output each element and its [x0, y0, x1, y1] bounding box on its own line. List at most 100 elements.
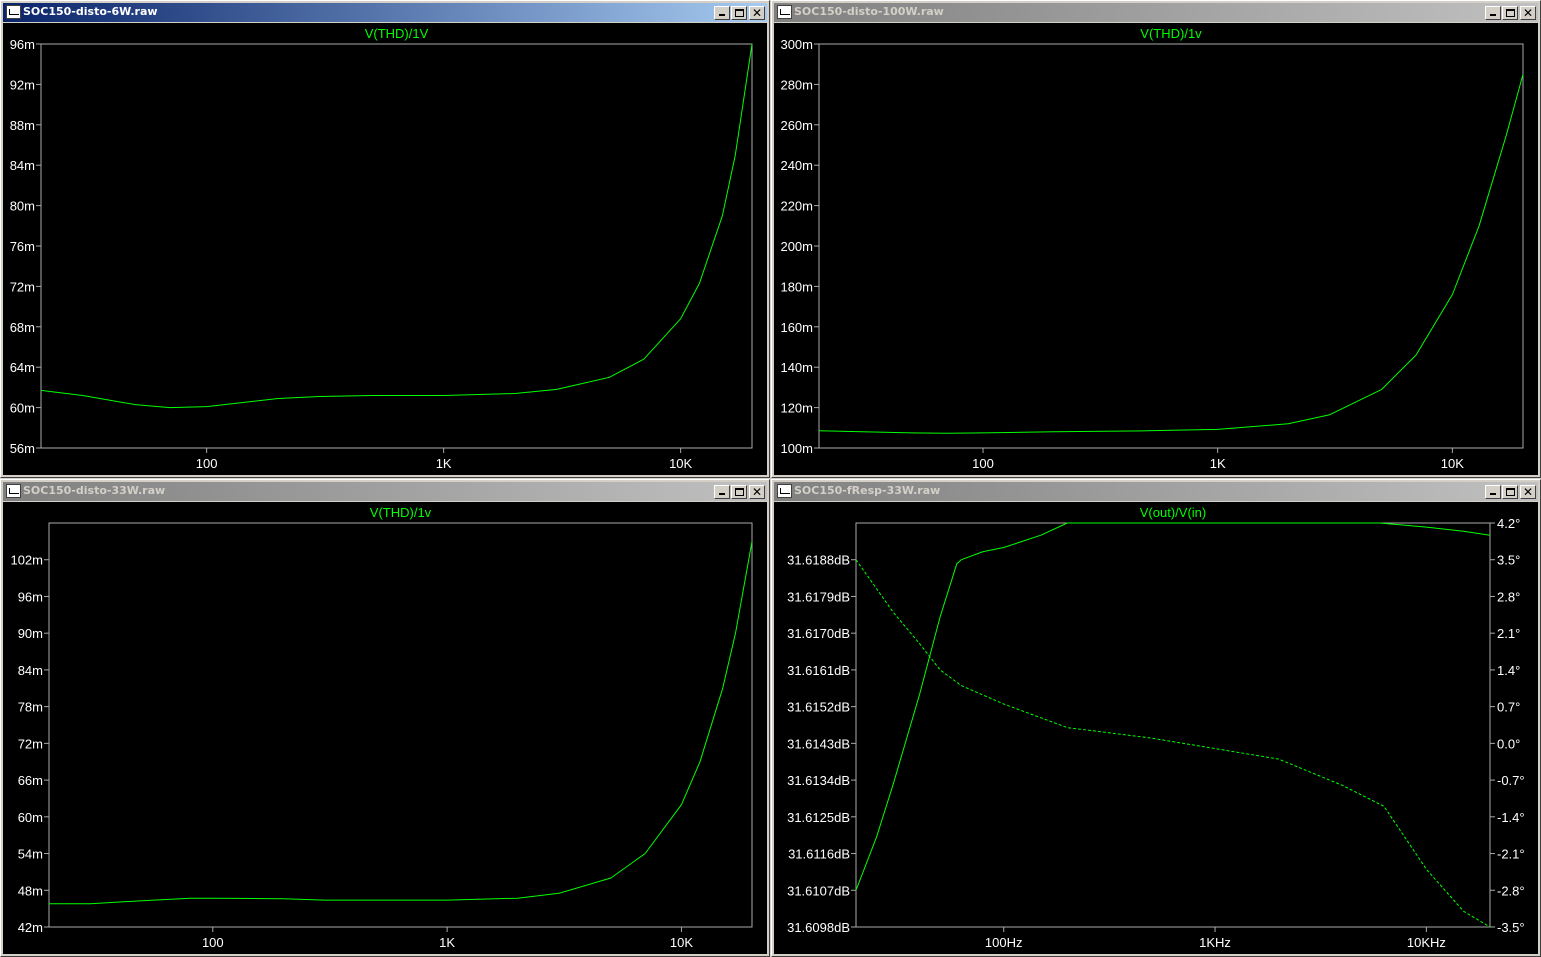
close-button[interactable]: ✕: [749, 485, 765, 499]
chart-title: V(out)/V(in): [1140, 505, 1206, 520]
close-icon: ✕: [751, 6, 763, 20]
y-tick-label: 140m: [780, 360, 813, 375]
minimize-icon: [719, 14, 725, 16]
y-tick-label: 31.6125dB: [787, 810, 850, 825]
x-tick-label: 1K: [436, 456, 452, 471]
y-tick-label: 31.6161dB: [787, 663, 850, 678]
y2-tick-label: 2.1°: [1497, 626, 1520, 641]
window-thd-33w[interactable]: SOC150-disto-33W.raw ✕ V(THD)/1v 42m 48m 54…: [0, 479, 770, 957]
window-fresp-33w[interactable]: SOC150-fResp-33W.raw ✕ V(out)/V(in) 31.60…: [771, 479, 1541, 957]
minimize-button[interactable]: [1485, 6, 1501, 20]
y-tick-label: 31.6116dB: [788, 847, 850, 862]
plot-frame: [48, 522, 753, 928]
plot-frame: [855, 522, 1491, 928]
y-tick-label: 68m: [10, 320, 35, 335]
y-tick-label: 60m: [10, 401, 35, 416]
y-tick-label: 31.6170dB: [787, 626, 850, 641]
y-tick-label: 76m: [10, 239, 35, 254]
maximize-icon: [1506, 488, 1515, 496]
y-tick-label: 42m: [18, 920, 43, 935]
y-tick-label: 180m: [780, 279, 813, 294]
close-button[interactable]: ✕: [749, 6, 765, 20]
minimize-icon: [1490, 14, 1496, 16]
window-thd-100w[interactable]: SOC150-disto-100W.raw ✕ V(THD)/1v 100m 120…: [771, 0, 1541, 478]
waveform-icon: [6, 5, 21, 19]
plot-area[interactable]: V(out)/V(in) 31.6098dB 31.6107dB 31.6116dB 3…: [774, 502, 1538, 954]
plot-area[interactable]: V(THD)/1v 100m 120m 140m 160m 180m 200m 220m 240…: [774, 23, 1538, 475]
y-tick-label: 56m: [10, 441, 35, 456]
y2-tick-label: 3.5°: [1497, 553, 1520, 568]
window-titlebar[interactable]: SOC150-disto-33W.raw ✕: [3, 482, 767, 501]
minimize-icon: [719, 493, 725, 495]
x-tick-label: 100Hz: [985, 935, 1023, 950]
y2-tick-label: 2.8°: [1497, 589, 1520, 604]
chart-title: V(THD)/1v: [1140, 26, 1202, 41]
y-tick-label: 60m: [18, 810, 43, 825]
x-tick-label: 10K: [1441, 456, 1464, 471]
window-title: SOC150-disto-100W.raw: [794, 5, 944, 18]
y2-tick-label: 0.0°: [1497, 736, 1520, 751]
maximize-button[interactable]: [1502, 6, 1518, 20]
y-tick-label: 66m: [18, 773, 43, 788]
series-phase: [855, 559, 1491, 928]
close-icon: ✕: [1522, 485, 1534, 499]
y2-tick-label: -0.7°: [1497, 773, 1525, 788]
plot-area[interactable]: V(THD)/1V 56m 60m 64m 68m 72m 76m 80m 84m 88m 92m 9…: [3, 23, 767, 475]
close-button[interactable]: ✕: [1520, 485, 1536, 499]
close-icon: ✕: [1522, 6, 1534, 20]
y-tick-label: 72m: [10, 279, 35, 294]
chart-title: V(THD)/1V: [365, 26, 429, 41]
maximize-button[interactable]: [731, 485, 747, 499]
maximize-icon: [1506, 9, 1515, 17]
y2-tick-label: -3.5°: [1497, 920, 1525, 935]
window-titlebar[interactable]: SOC150-fResp-33W.raw ✕: [774, 482, 1538, 501]
plot-area[interactable]: V(THD)/1v 42m 48m 54m 60m 66m 72m 78m 84m 90m 96m 1…: [3, 502, 767, 954]
y2-tick-label: -1.4°: [1497, 810, 1525, 825]
y-tick-label: 31.6152dB: [787, 700, 850, 715]
close-icon: ✕: [751, 485, 763, 499]
waveform-icon: [6, 484, 21, 498]
y-tick-label: 160m: [780, 320, 813, 335]
thd-6w-chart[interactable]: V(THD)/1V 56m 60m 64m 68m 72m 76m 80m 84m 88m 92m 9…: [3, 23, 767, 475]
waveform-icon: [777, 5, 792, 19]
series-magnitude: [855, 522, 1491, 891]
maximize-button[interactable]: [1502, 485, 1518, 499]
y-tick-label: 31.6143dB: [787, 736, 850, 751]
window-titlebar[interactable]: SOC150-disto-6W.raw ✕: [3, 3, 767, 22]
window-title: SOC150-disto-6W.raw: [23, 5, 158, 18]
y-tick-label: 300m: [780, 37, 813, 52]
minimize-icon: [1490, 493, 1496, 495]
y-tick-label: 90m: [18, 626, 43, 641]
y-tick-label: 92m: [10, 77, 35, 92]
minimize-button[interactable]: [1485, 485, 1501, 499]
y-tick-label: 240m: [780, 158, 813, 173]
maximize-icon: [735, 9, 744, 17]
y-tick-label: 96m: [18, 589, 43, 604]
thd-33w-chart[interactable]: V(THD)/1v 42m 48m 54m 60m 66m 72m 78m 84m 90m 96m 1…: [3, 502, 767, 954]
series-0: [818, 74, 1524, 434]
maximize-button[interactable]: [731, 6, 747, 20]
y-tick-label: 200m: [780, 239, 813, 254]
thd-100w-chart[interactable]: V(THD)/1v 100m 120m 140m 160m 180m 200m 220m 240…: [774, 23, 1538, 475]
y-tick-label: 100m: [780, 441, 813, 456]
maximize-icon: [735, 488, 744, 496]
y-tick-label: 84m: [10, 158, 35, 173]
x-tick-label: 10K: [670, 935, 693, 950]
window-titlebar[interactable]: SOC150-disto-100W.raw ✕: [774, 3, 1538, 22]
window-thd-6w[interactable]: SOC150-disto-6W.raw ✕ V(THD)/1V 56m 60m 64m…: [0, 0, 770, 478]
waveform-icon: [777, 484, 792, 498]
y-tick-label: 96m: [10, 37, 35, 52]
y-tick-label: 120m: [780, 401, 813, 416]
minimize-button[interactable]: [714, 6, 730, 20]
y-tick-label: 78m: [18, 700, 43, 715]
y-tick-label: 80m: [10, 199, 35, 214]
x-tick-label: 1K: [439, 935, 455, 950]
fresp-33w-chart[interactable]: V(out)/V(in) 31.6098dB 31.6107dB 31.6116dB 3…: [774, 502, 1538, 954]
y2-tick-label: 1.4°: [1497, 663, 1520, 678]
y-tick-label: 220m: [780, 199, 813, 214]
minimize-button[interactable]: [714, 485, 730, 499]
close-button[interactable]: ✕: [1520, 6, 1536, 20]
y-tick-label: 64m: [10, 360, 35, 375]
x-tick-label: 100: [972, 456, 994, 471]
series-0: [40, 43, 753, 409]
